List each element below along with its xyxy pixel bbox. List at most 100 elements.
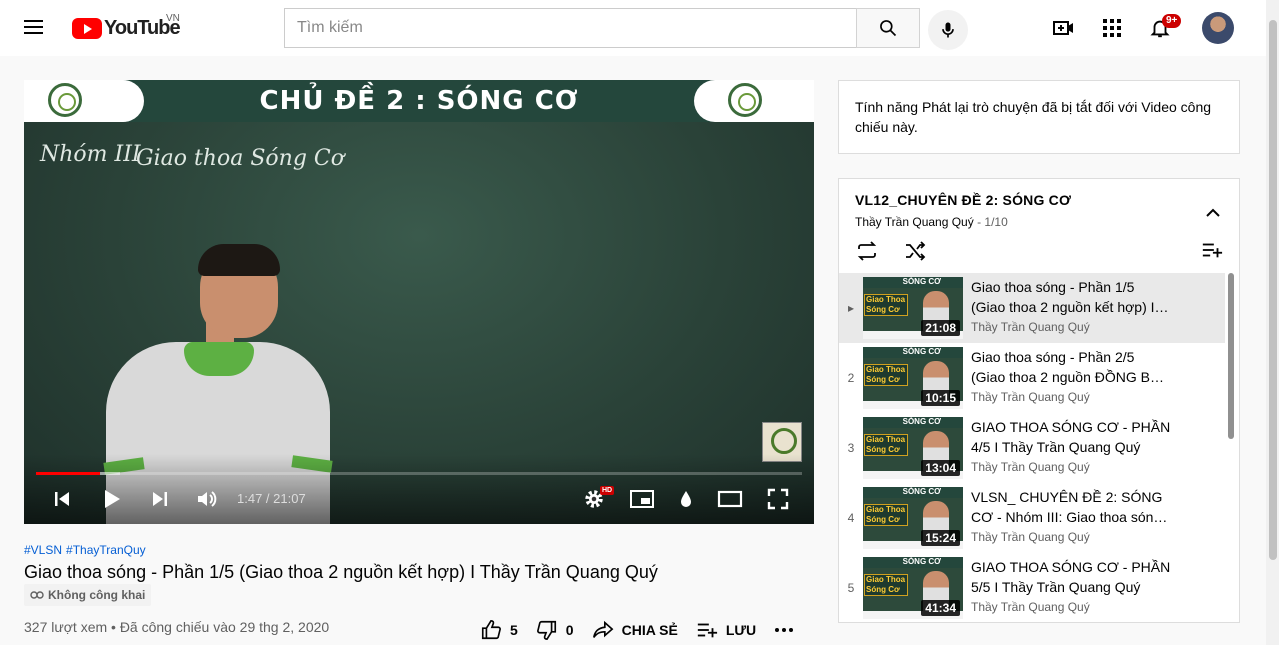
video-meta: 327 lượt xem • Đã công chiếu vào 29 thg … <box>24 619 330 635</box>
playlist-item-channel: Thầy Trần Quang Quý <box>971 460 1090 474</box>
avatar[interactable] <box>1202 12 1234 44</box>
thumbnail-banner-text: SÓNG CƠ <box>902 347 941 356</box>
video-thumbnail[interactable]: SÓNG CƠ Giao Thoa Sóng Cơ 10:15 <box>863 347 963 409</box>
duration-badge: 15:24 <box>921 530 960 546</box>
youtube-logo[interactable]: YouTube <box>72 17 181 39</box>
collapse-playlist-button[interactable] <box>1203 203 1223 223</box>
playlist-item-title[interactable]: GIAO THOA SÓNG CƠ - PHẦN 5/5 I Thầy Trần… <box>971 557 1171 597</box>
apps-button[interactable] <box>1100 16 1124 40</box>
hashtag-link[interactable]: #ThayTranQuy <box>66 543 146 557</box>
video-actions: 5 0 CHIA SẺ LƯU <box>480 618 820 642</box>
playlist-add-icon <box>1202 243 1223 258</box>
progress-bar[interactable] <box>36 472 802 475</box>
video-thumbnail[interactable]: SÓNG CƠ Giao Thoa Sóng Cơ 13:04 <box>863 417 963 479</box>
dislike-button[interactable]: 0 <box>536 619 574 641</box>
playlist-item[interactable]: 5 SÓNG CƠ Giao Thoa Sóng Cơ 41:34 GIAO THOA … <box>839 553 1225 622</box>
playlist-item[interactable]: 4 SÓNG CƠ Giao Thoa Sóng Cơ 15:24 VLSN_ CHUY… <box>839 483 1225 553</box>
search-bar <box>284 8 920 48</box>
thumbnail-banner: SÓNG CƠ <box>863 277 963 288</box>
playlist-item-title[interactable]: GIAO THOA SÓNG CƠ - PHẦN 4/5 I Thầy Trần… <box>971 417 1171 457</box>
playlist-subtitle: Thầy Trần Quang Quý - 1/10 <box>855 215 1008 229</box>
notification-badge: 9+ <box>1162 14 1182 28</box>
playlist-scrollbar[interactable] <box>1228 273 1234 439</box>
board-text-right: Giao thoa Sóng Cơ <box>136 146 344 171</box>
next-button[interactable] <box>148 486 172 512</box>
thumbnail-banner-text: SÓNG CƠ <box>902 417 941 426</box>
thumbnail-label: Giao Thoa Sóng Cơ <box>864 574 908 596</box>
previous-button[interactable] <box>50 486 74 512</box>
create-video-button[interactable] <box>1052 16 1076 40</box>
like-count: 5 <box>510 622 518 638</box>
playlist-item-title[interactable]: Giao thoa sóng - Phần 2/5 (Giao thoa 2 n… <box>971 347 1171 387</box>
menu-icon[interactable] <box>24 16 48 40</box>
video-player[interactable]: CHỦ ĐỀ 2 : SÓNG CƠ Nhóm III Giao thoa Só… <box>24 80 814 524</box>
link-icon <box>30 591 44 599</box>
mute-button[interactable] <box>194 486 220 512</box>
playlist-title[interactable]: VL12_CHUYÊN ĐỀ 2: SÓNG CƠ <box>855 192 1071 208</box>
voice-search-button[interactable] <box>928 10 968 50</box>
playlist-items: ▸ SÓNG CƠ Giao Thoa Sóng Cơ 21:08 Giao thoa … <box>839 273 1225 622</box>
share-button[interactable]: CHIA SẺ <box>592 620 678 640</box>
playlist-item[interactable]: ▸ SÓNG CƠ Giao Thoa Sóng Cơ 21:08 Giao thoa … <box>839 273 1225 343</box>
playlist-item[interactable]: 2 SÓNG CƠ Giao Thoa Sóng Cơ 10:15 Giao thoa … <box>839 343 1225 413</box>
page-scrollbar[interactable] <box>1266 0 1279 645</box>
play-button[interactable] <box>100 486 124 512</box>
thumbnail-banner-text: SÓNG CƠ <box>902 277 941 286</box>
board-text-left: Nhóm III <box>40 142 141 167</box>
save-button[interactable]: LƯU <box>696 620 756 640</box>
search-input[interactable] <box>284 8 856 48</box>
playlist-position: 1/10 <box>984 215 1008 229</box>
playlist-panel: VL12_CHUYÊN ĐỀ 2: SÓNG CƠ Thầy Trần Quan… <box>838 178 1240 623</box>
microphone-icon <box>942 22 954 38</box>
miniplayer-icon <box>630 490 654 508</box>
theater-mode-button[interactable] <box>716 486 744 512</box>
page-scrollbar-thumb[interactable] <box>1269 20 1277 560</box>
thumbnail-label: Giao Thoa Sóng Cơ <box>864 504 908 526</box>
duration-badge: 13:04 <box>921 460 960 476</box>
fullscreen-button[interactable] <box>766 486 790 512</box>
playlist-owner[interactable]: Thầy Trần Quang Quý <box>855 215 974 229</box>
duration-badge: 21:08 <box>921 320 960 336</box>
video-thumbnail[interactable]: SÓNG CƠ Giao Thoa Sóng Cơ 41:34 <box>863 557 963 619</box>
miniplayer-button[interactable] <box>628 486 656 512</box>
save-playlist-button[interactable] <box>1201 239 1223 266</box>
visibility-label: Không công khai <box>48 588 146 602</box>
time-display: 1:47 / 21:07 <box>237 491 306 506</box>
video-camera-plus-icon <box>1053 21 1073 35</box>
thumbs-down-icon <box>536 620 556 640</box>
playlist-item-channel: Thầy Trần Quang Quý <box>971 600 1090 614</box>
thumbnail-banner: SÓNG CƠ <box>863 557 963 568</box>
thumbnail-banner-text: SÓNG CƠ <box>902 557 941 566</box>
video-title: Giao thoa sóng - Phần 1/5 (Giao thoa 2 n… <box>24 562 658 582</box>
skip-previous-icon <box>55 492 69 506</box>
thumbnail-label: Giao Thoa Sóng Cơ <box>864 434 908 456</box>
like-button[interactable]: 5 <box>480 619 518 641</box>
repeat-icon <box>857 241 877 261</box>
chevron-up-icon <box>1206 208 1220 217</box>
banner-title: CHỦ ĐỀ 2 : SÓNG CƠ <box>259 86 579 116</box>
playlist-item-title[interactable]: VLSN_ CHUYÊN ĐỀ 2: SÓNG CƠ - Nhóm III: G… <box>971 487 1171 527</box>
playlist-item-index: ▸ <box>847 301 855 315</box>
skip-next-icon <box>153 492 167 506</box>
ambient-mode-button[interactable] <box>676 486 696 512</box>
loop-playlist-button[interactable] <box>855 239 879 268</box>
country-code: VN <box>166 13 180 24</box>
search-button[interactable] <box>856 8 920 48</box>
teacher-collar <box>184 342 254 376</box>
thumbnail-banner-text: SÓNG CƠ <box>902 487 941 496</box>
thumbnail-banner: SÓNG CƠ <box>863 347 963 358</box>
playlist-item-channel: Thầy Trần Quang Quý <box>971 320 1090 334</box>
playlist-item[interactable]: 3 SÓNG CƠ Giao Thoa Sóng Cơ 13:04 GIAO THOA … <box>839 413 1225 483</box>
progress-played <box>36 472 101 475</box>
hashtag-link[interactable]: #VLSN <box>24 543 62 557</box>
video-thumbnail[interactable]: SÓNG CƠ Giao Thoa Sóng Cơ 15:24 <box>863 487 963 549</box>
shuffle-icon <box>906 241 926 261</box>
playlist-item-channel: Thầy Trần Quang Quý <box>971 390 1090 404</box>
playlist-item-title[interactable]: Giao thoa sóng - Phần 1/5 (Giao thoa 2 n… <box>971 277 1171 317</box>
more-actions-button[interactable] <box>774 627 802 633</box>
playlist-item-index: 2 <box>847 371 855 385</box>
video-thumbnail[interactable]: SÓNG CƠ Giao Thoa Sóng Cơ 21:08 <box>863 277 963 339</box>
shuffle-playlist-button[interactable] <box>903 239 927 268</box>
apps-grid-icon <box>1103 19 1121 37</box>
play-icon <box>105 490 120 508</box>
